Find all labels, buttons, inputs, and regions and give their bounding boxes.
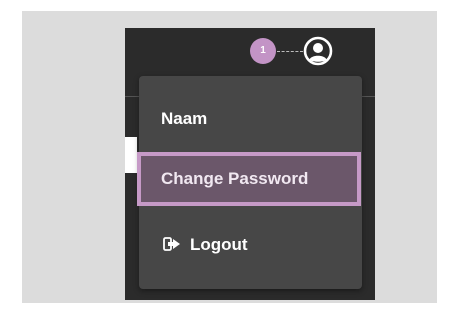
menu-item-change-password[interactable]: Change Password [137,152,361,206]
user-menu-button[interactable] [303,36,333,66]
user-icon [303,36,333,66]
menu-item-logout-label: Logout [190,235,248,254]
content-edge [125,137,137,173]
step-connector [277,51,303,52]
menu-item-name-label: Naam [161,109,208,128]
logout-icon [163,237,180,251]
menu-item-change-password-label: Change Password [161,169,309,188]
menu-item-logout[interactable]: Logout [139,230,362,260]
menu-item-name[interactable]: Naam [139,104,362,134]
change-password-highlight: Change Password [141,156,357,202]
user-dropdown-menu: Naam Change Password Logout [137,76,362,289]
step-badge: 1 [250,38,276,64]
